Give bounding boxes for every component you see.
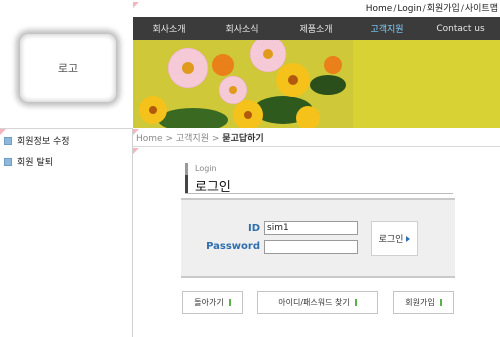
flower-banner-art [133,40,500,128]
breadcrumb-home[interactable]: Home [136,134,163,144]
square-bullet-icon [4,136,12,145]
green-bar-icon [228,299,231,306]
utility-links: Home/Login/회원가입/사이트맵 [300,1,498,15]
back-button[interactable]: 돌아가기 [182,291,243,314]
banner-image [133,40,500,128]
green-bar-icon [354,299,357,306]
sidebar-top-divider [0,128,133,129]
password-input[interactable] [264,240,358,254]
sidebar-item-label: 회원 탈퇴 [17,158,53,168]
nav-item-support[interactable]: 고객지원 [353,22,421,35]
sidebar-item-withdraw[interactable]: 회원 탈퇴 [4,155,53,168]
sidebar-item-edit-profile[interactable]: 회원정보 수정 [4,134,70,147]
breadcrumb-separator: > [165,134,173,144]
util-link-home[interactable]: Home [366,4,393,14]
util-separator: / [393,4,397,14]
nav-item-contact[interactable]: Contact us [421,24,500,34]
main-nav: 회사소개 회사소식 제품소개 고객지원 Contact us [133,17,500,40]
title-accent-bar-top [185,163,188,175]
find-button-label: 아이디/패스워드 찾기 [278,298,350,307]
sidebar-divider [132,128,133,337]
breadcrumb: Home > 고객지원 > 묻고답하기 [136,131,264,144]
square-bullet-icon [4,157,12,166]
util-link-join[interactable]: 회원가입 [427,4,460,14]
find-id-password-button[interactable]: 아이디/패스워드 찾기 [257,291,378,314]
breadcrumb-current: 묻고답하기 [222,134,264,144]
util-separator: / [460,4,464,14]
util-separator: / [422,4,426,14]
join-button[interactable]: 회원가입 [393,291,454,314]
breadcrumb-separator: > [211,134,220,144]
logo-text: 로고 [57,62,79,75]
id-label: ID [247,223,260,234]
title-divider [185,193,453,194]
password-label: Password [206,241,260,252]
login-button[interactable]: 로그인 [371,221,418,256]
logo[interactable]: 로고 [20,34,116,102]
join-button-label: 회원가입 [405,298,435,307]
arrow-right-icon [406,235,411,242]
util-link-login[interactable]: Login [397,4,421,14]
util-link-sitemap[interactable]: 사이트맵 [465,4,498,14]
corner-mark [133,2,139,8]
nav-item-news[interactable]: 회사소식 [205,22,279,35]
green-bar-icon [439,299,442,306]
breadcrumb-divider [133,146,500,147]
nav-item-products[interactable]: 제품소개 [279,22,353,35]
id-input[interactable] [264,221,358,235]
breadcrumb-section[interactable]: 고객지원 [176,134,209,144]
sidebar-item-label: 회원정보 수정 [17,137,70,147]
login-subtitle: Login [195,164,217,173]
back-button-label: 돌아가기 [194,298,224,307]
nav-item-company[interactable]: 회사소개 [133,22,205,35]
login-button-label: 로그인 [378,235,404,245]
corner-mark [133,148,139,154]
